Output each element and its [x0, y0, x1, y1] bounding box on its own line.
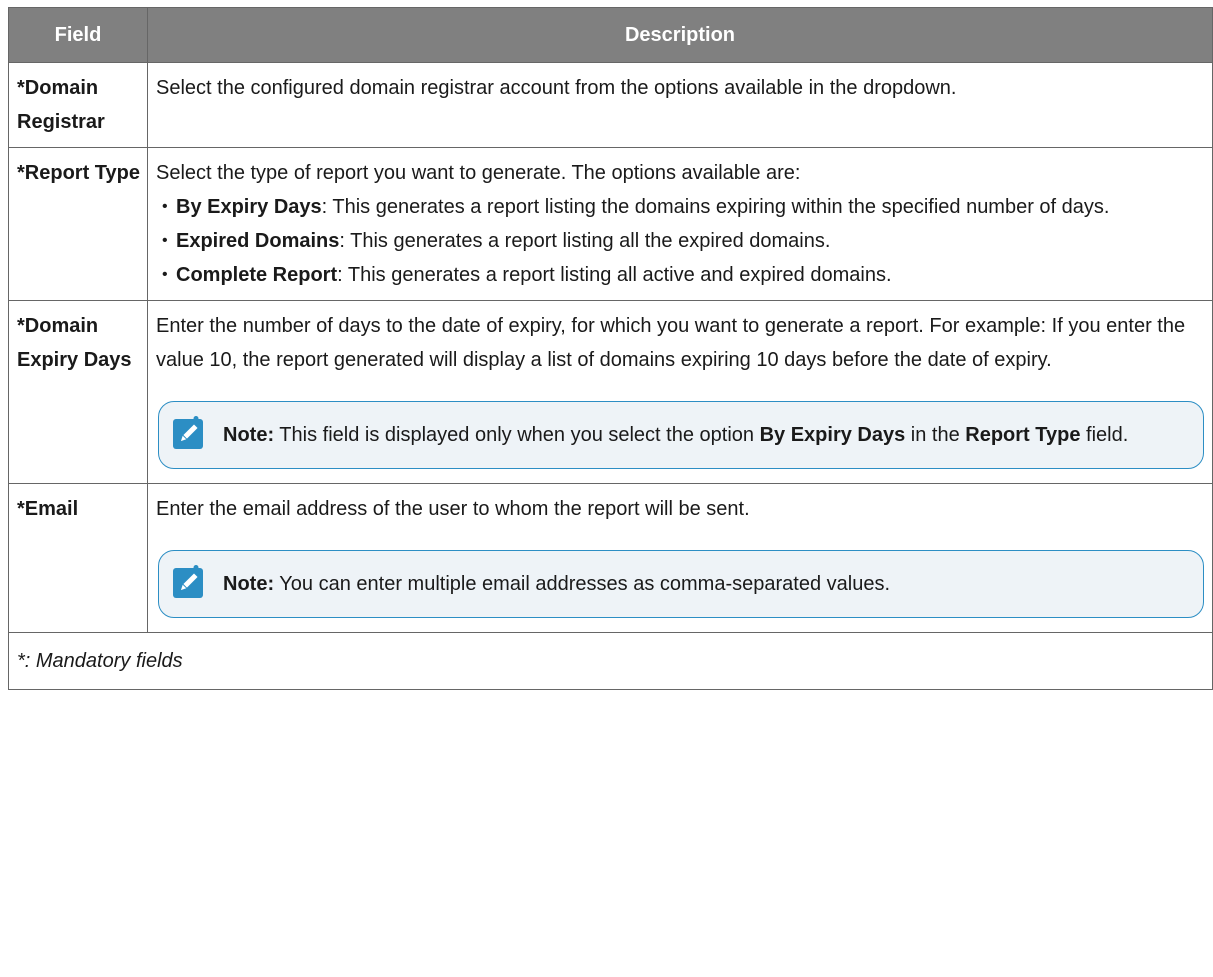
- list-item: By Expiry Days: This generates a report …: [156, 190, 1206, 224]
- expiry-days-description: Enter the number of days to the date of …: [156, 315, 1186, 371]
- field-name-email: *Email: [8, 483, 148, 633]
- note-label: Note:: [223, 573, 275, 595]
- fields-table: Field Description *Domain Registrar Sele…: [8, 7, 1213, 690]
- pencil-note-icon: [173, 565, 203, 598]
- list-item: Expired Domains: This generates a report…: [156, 224, 1206, 258]
- note-label: Note:: [223, 424, 275, 446]
- note-text: This field is displayed only when you se…: [274, 424, 760, 446]
- note-text: field.: [1080, 424, 1129, 446]
- table-header-row: Field Description: [8, 7, 1213, 63]
- note-box: Note: This field is displayed only when …: [158, 401, 1204, 469]
- field-name-report-type: *Report Type: [8, 147, 148, 301]
- table-footer-row: *: Mandatory fields: [8, 632, 1213, 690]
- field-name-domain-registrar: *Domain Registrar: [8, 62, 148, 148]
- description-email: Enter the email address of the user to w…: [147, 483, 1213, 633]
- table-row: *Domain Expiry Days Enter the number of …: [8, 300, 1213, 484]
- note-box: Note: You can enter multiple email addre…: [158, 550, 1204, 618]
- note-bold-field: Report Type: [965, 424, 1081, 446]
- header-field: Field: [8, 7, 148, 63]
- description-domain-expiry-days: Enter the number of days to the date of …: [147, 300, 1213, 484]
- option-name: Complete Report: [176, 264, 338, 286]
- option-text: : This generates a report listing all th…: [339, 230, 831, 252]
- description-report-type: Select the type of report you want to ge…: [147, 147, 1213, 301]
- header-description: Description: [147, 7, 1213, 63]
- report-type-intro: Select the type of report you want to ge…: [156, 162, 801, 184]
- field-name-domain-expiry-days: *Domain Expiry Days: [8, 300, 148, 484]
- note-bold-option: By Expiry Days: [759, 424, 906, 446]
- description-domain-registrar: Select the configured domain registrar a…: [147, 62, 1213, 148]
- list-item: Complete Report: This generates a report…: [156, 258, 1206, 292]
- option-name: Expired Domains: [176, 230, 340, 252]
- option-text: : This generates a report listing the do…: [321, 196, 1110, 218]
- table-row: *Report Type Select the type of report y…: [8, 147, 1213, 301]
- mandatory-fields-footnote: *: Mandatory fields: [8, 632, 1213, 690]
- note-text: in the: [905, 424, 966, 446]
- report-type-options: By Expiry Days: This generates a report …: [156, 190, 1206, 292]
- pencil-note-icon: [173, 416, 203, 449]
- note-text: You can enter multiple email addresses a…: [274, 573, 890, 595]
- table-row: *Domain Registrar Select the configured …: [8, 62, 1213, 148]
- option-name: By Expiry Days: [176, 196, 322, 218]
- table-row: *Email Enter the email address of the us…: [8, 483, 1213, 633]
- option-text: : This generates a report listing all ac…: [337, 264, 892, 286]
- email-description: Enter the email address of the user to w…: [156, 498, 750, 520]
